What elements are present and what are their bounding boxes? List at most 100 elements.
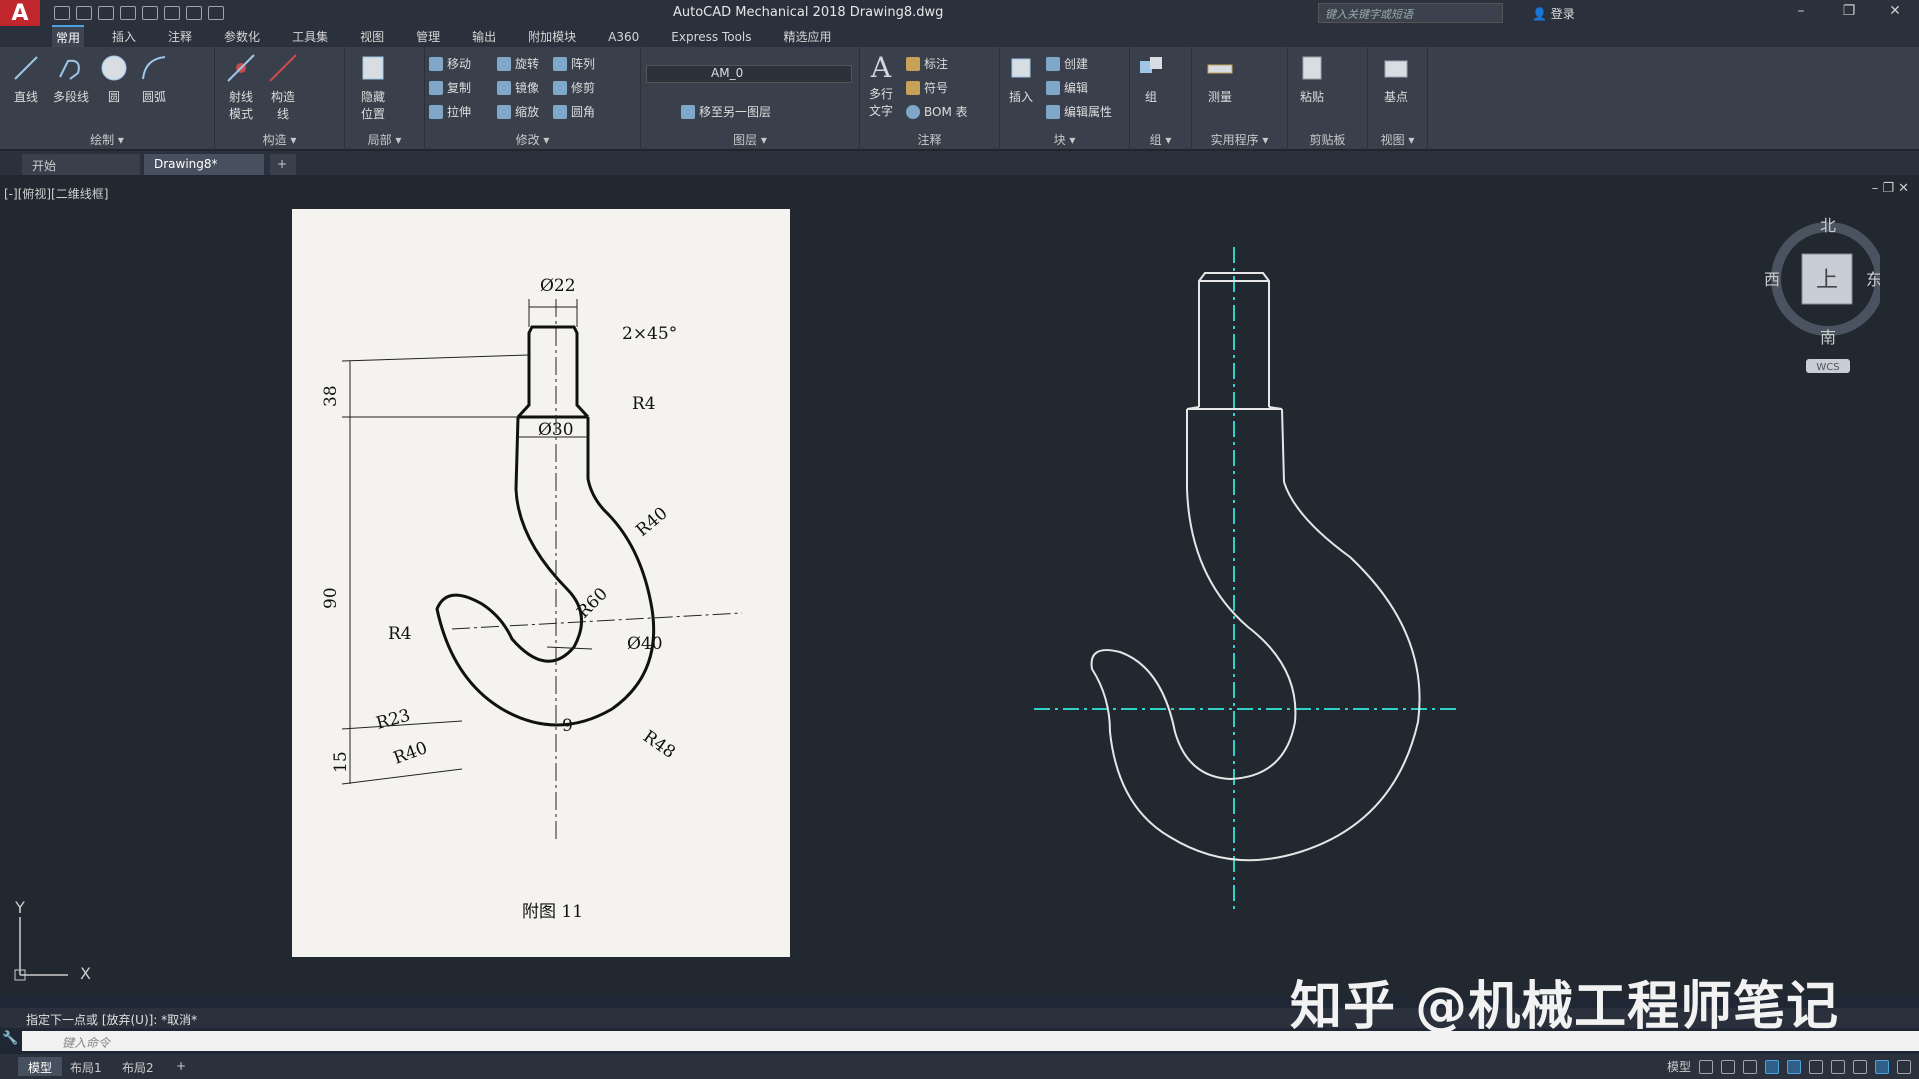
add-layout-button[interactable]: + <box>166 1057 196 1076</box>
print-icon[interactable] <box>142 6 158 20</box>
group-panel-label[interactable]: 组 ▾ <box>1130 131 1191 148</box>
group-tool[interactable]: 组 <box>1136 53 1166 105</box>
viewport-window-controls[interactable]: – ❐ ✕ <box>1872 181 1909 196</box>
workspace-icon[interactable] <box>208 6 224 20</box>
gear-icon[interactable] <box>1809 1059 1823 1074</box>
stretch-tool[interactable]: 拉伸 <box>429 103 471 120</box>
tab-toolset[interactable]: 工具集 <box>288 26 332 47</box>
copy-tool[interactable]: 复制 <box>429 79 471 96</box>
arc-tool[interactable]: 圆弧 <box>136 53 172 105</box>
fillet-tool[interactable]: 圆角 <box>553 103 595 120</box>
symbol-tool[interactable]: 符号 <box>906 79 948 96</box>
viewcube-west[interactable]: 西 <box>1764 270 1780 289</box>
viewcube[interactable]: 上 北 南 东 西 WCS <box>1750 215 1880 375</box>
polar-icon[interactable] <box>1765 1059 1779 1074</box>
edit-block-tool[interactable]: 编辑 <box>1046 79 1088 96</box>
paste-tool[interactable]: 粘贴 <box>1294 53 1330 105</box>
layers-panel-label[interactable]: 图层 ▾ <box>641 131 859 148</box>
scale-tool[interactable]: 缩放 <box>497 103 539 120</box>
construction-line-tool[interactable]: 构造 线 <box>263 53 303 122</box>
tab-addins[interactable]: 附加模块 <box>524 26 580 47</box>
new-file-icon[interactable] <box>54 6 70 20</box>
tab-featured-apps[interactable]: 精选应用 <box>780 26 836 47</box>
sign-in-button[interactable]: 👤 登录 <box>1532 5 1575 22</box>
ortho-icon[interactable] <box>1743 1059 1757 1074</box>
construct-panel-label[interactable]: 构造 ▾ <box>215 131 344 148</box>
view-panel-label[interactable]: 视图 ▾ <box>1368 131 1427 148</box>
trim-tool[interactable]: 修剪 <box>553 79 595 96</box>
tab-drawing8[interactable]: Drawing8* <box>144 154 264 175</box>
tab-annotate[interactable]: 注释 <box>164 26 196 47</box>
undo-icon[interactable] <box>164 6 180 20</box>
annotation-panel-label[interactable]: 注释 <box>860 131 999 148</box>
menu-icon[interactable] <box>1897 1059 1911 1074</box>
tab-model[interactable]: 模型 <box>18 1057 63 1076</box>
rotate-tool[interactable]: 旋转 <box>497 55 539 72</box>
model-space-toggle[interactable]: 模型 <box>1667 1058 1691 1075</box>
block-panel-label[interactable]: 块 ▾ <box>1000 131 1129 148</box>
tab-output[interactable]: 输出 <box>468 26 500 47</box>
save-icon[interactable] <box>98 6 114 20</box>
new-tab-button[interactable]: + <box>270 154 296 175</box>
tab-layout1[interactable]: 布局1 <box>60 1057 112 1076</box>
move-to-layer-tool[interactable]: 移至另一图层 <box>681 103 771 120</box>
application-menu-button[interactable]: A <box>0 0 40 26</box>
measure-tool[interactable]: 测量 <box>1200 53 1240 105</box>
polyline-tool[interactable]: 多段线 <box>48 53 94 105</box>
edit-attributes-tool[interactable]: 编辑属性 <box>1046 103 1112 120</box>
grid-icon[interactable] <box>1699 1059 1713 1074</box>
draw-panel-label[interactable]: 绘制 ▾ <box>0 131 214 148</box>
array-tool[interactable]: 阵列 <box>553 55 595 72</box>
minimize-button[interactable]: – <box>1786 3 1816 23</box>
modify-panel-label[interactable]: 修改 ▾ <box>425 131 640 148</box>
tab-layout2[interactable]: 布局2 <box>112 1057 164 1076</box>
viewport-controls[interactable]: [-][俯视][二维线框] <box>4 185 108 202</box>
viewcube-north[interactable]: 北 <box>1820 216 1836 235</box>
isolate-icon[interactable] <box>1875 1059 1889 1074</box>
snap-icon[interactable] <box>1721 1059 1735 1074</box>
tab-home[interactable]: 常用 <box>52 25 85 48</box>
ray-mode-tool[interactable]: 射线 模式 <box>221 53 261 122</box>
command-customize-icon[interactable]: 🔧 <box>2 1031 20 1051</box>
tab-manage[interactable]: 管理 <box>412 26 444 47</box>
fillet-icon <box>553 104 567 119</box>
osnap-icon[interactable] <box>1787 1059 1801 1074</box>
ucs-icon: Y X <box>14 898 91 983</box>
redo-icon[interactable] <box>186 6 202 20</box>
save-as-icon[interactable] <box>120 6 136 20</box>
insert-block-tool[interactable]: 插入 <box>1002 53 1040 105</box>
open-file-icon[interactable] <box>76 6 92 20</box>
drawing-canvas[interactable]: [-][俯视][二维线框] – ❐ ✕ Ø22 2×45° R4 38 Ø30 … <box>0 177 1919 997</box>
bom-tool[interactable]: BOM 表 <box>906 103 968 120</box>
detail-panel-label[interactable]: 局部 ▾ <box>345 131 424 148</box>
layer-dropdown[interactable]: AM_0 <box>646 65 852 83</box>
search-input[interactable]: 键入关键字或短语 <box>1318 3 1503 23</box>
create-block-tool[interactable]: 创建 <box>1046 55 1088 72</box>
plus-icon[interactable] <box>1831 1059 1845 1074</box>
line-tool[interactable]: 直线 <box>8 53 44 105</box>
tab-express-tools[interactable]: Express Tools <box>667 28 755 46</box>
hide-position-tool[interactable]: 隐藏 位置 <box>353 53 393 122</box>
viewcube-south[interactable]: 南 <box>1820 328 1836 347</box>
tab-insert[interactable]: 插入 <box>108 26 140 47</box>
tab-parametric[interactable]: 参数化 <box>220 26 264 47</box>
circle-tool[interactable]: 圆 <box>96 53 132 105</box>
viewcube-east[interactable]: 东 <box>1866 270 1880 289</box>
tab-start[interactable]: 开始 <box>22 154 140 175</box>
restore-button[interactable]: ❐ <box>1834 3 1864 23</box>
tab-view[interactable]: 视图 <box>356 26 388 47</box>
dimension-tool[interactable]: 标注 <box>906 55 948 72</box>
dimension-icon <box>906 56 920 71</box>
mtext-tool[interactable]: A 多行 文字 <box>862 51 900 119</box>
utilities-panel-label[interactable]: 实用程序 ▾ <box>1192 131 1287 148</box>
workspace-switch-icon[interactable] <box>1853 1059 1867 1074</box>
tab-a360[interactable]: A360 <box>604 28 643 46</box>
ray-label-1: 射线 <box>228 90 253 104</box>
move-to-layer-icon <box>681 104 695 119</box>
base-view-tool[interactable]: 基点 <box>1378 53 1414 105</box>
dim-d22: Ø22 <box>540 276 576 296</box>
dim-90: 90 <box>321 587 341 609</box>
mirror-tool[interactable]: 镜像 <box>497 79 539 96</box>
close-button[interactable]: ✕ <box>1880 3 1910 23</box>
move-tool[interactable]: 移动 <box>429 55 471 72</box>
